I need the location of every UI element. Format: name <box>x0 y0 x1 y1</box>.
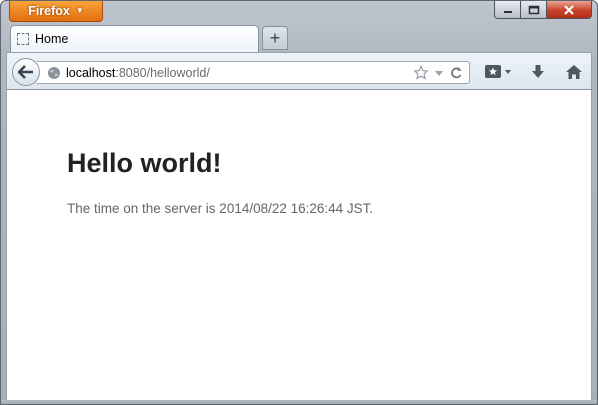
url-host: localhost <box>66 65 116 80</box>
window-bottom-border <box>1 400 597 404</box>
back-arrow-icon <box>18 65 33 79</box>
page-favicon-icon <box>17 33 29 45</box>
bookmark-star-icon[interactable] <box>413 65 429 81</box>
page-heading: Hello world! <box>67 148 222 178</box>
bookmarks-icon <box>485 65 511 78</box>
reload-icon[interactable] <box>449 65 463 81</box>
navigation-toolbar: localhost:8080/helloworld/ <box>6 52 592 90</box>
url-path: :8080/helloworld/ <box>115 65 210 80</box>
close-button[interactable] <box>546 1 592 19</box>
downloads-button[interactable] <box>527 61 549 83</box>
firefox-menu-button[interactable]: Firefox ▼ <box>9 1 103 22</box>
close-icon <box>564 4 574 15</box>
new-tab-button[interactable]: + <box>262 26 288 50</box>
address-url: localhost:8080/helloworld/ <box>66 66 210 80</box>
browser-window: Firefox ▼ Home + localhost:8080/hellowor… <box>0 0 598 405</box>
history-dropdown-icon[interactable] <box>434 65 444 81</box>
minimize-icon <box>503 10 512 13</box>
maximize-button[interactable] <box>520 1 546 19</box>
download-arrow-icon <box>532 65 544 78</box>
plus-icon: + <box>269 28 281 48</box>
dropdown-arrow-icon: ▼ <box>75 6 84 15</box>
server-time-message: The time on the server is 2014/08/22 16:… <box>67 201 374 216</box>
back-button[interactable] <box>12 58 40 86</box>
tab-title: Home <box>35 32 69 46</box>
minimize-button[interactable] <box>494 1 520 19</box>
address-bar-icons <box>413 65 463 81</box>
page-content: Hello world! The time on the server is 2… <box>6 90 592 400</box>
home-icon <box>566 65 582 79</box>
globe-icon <box>48 66 60 79</box>
tab-home[interactable]: Home <box>10 25 259 52</box>
window-caption-buttons <box>494 1 592 19</box>
firefox-menu-label: Firefox <box>28 4 70 18</box>
address-bar[interactable]: localhost:8080/helloworld/ <box>37 61 470 84</box>
home-button[interactable] <box>563 61 585 83</box>
bookmarks-menu-button[interactable] <box>481 61 515 83</box>
maximize-icon <box>528 5 539 14</box>
